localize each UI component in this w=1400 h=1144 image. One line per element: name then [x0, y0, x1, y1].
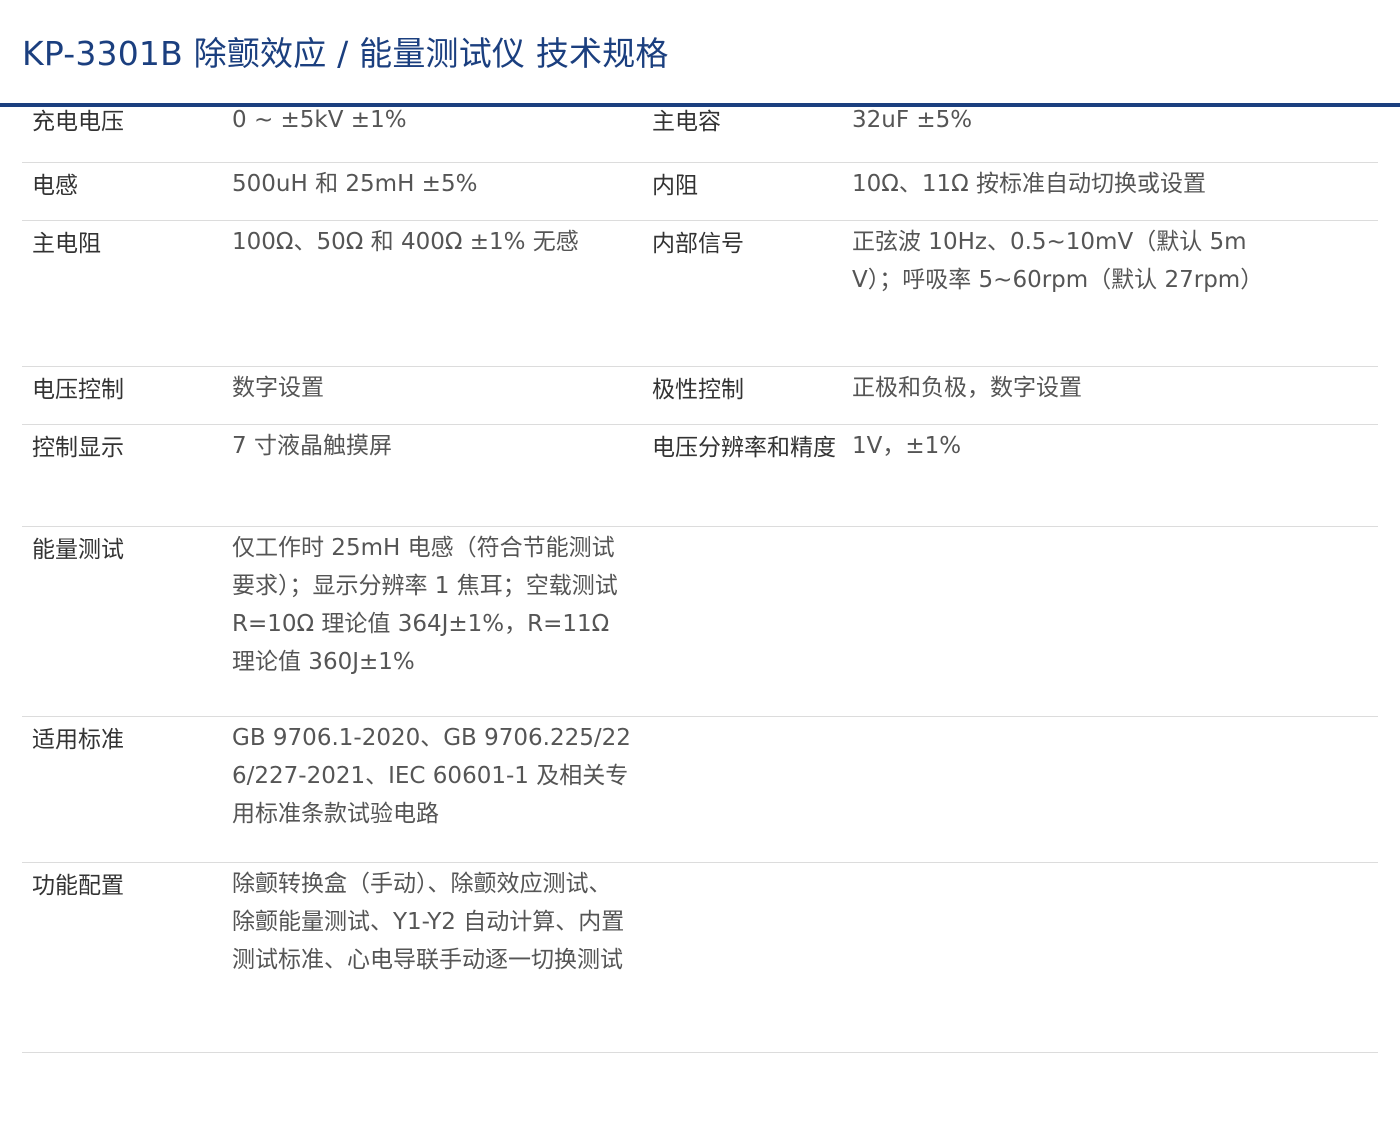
spec-value: 正极和负极，数字设置 — [852, 375, 1082, 401]
spec-row-control-display: 控制显示 7 寸液晶触摸屏 电压分辨率和精度 1V，±1% — [22, 425, 1378, 527]
spec-row-voltage-control: 电压控制 数字设置 极性控制 正极和负极，数字设置 — [22, 367, 1378, 425]
spec-label: 极性控制 — [652, 377, 744, 403]
spec-label: 适用标准 — [32, 727, 124, 753]
spec-value: 7 寸液晶触摸屏 — [232, 433, 392, 459]
spec-value: 100Ω、50Ω 和 400Ω ±1% 无感 — [232, 229, 579, 255]
spec-value: 正弦波 10Hz、0.5~10mV（默认 5mV）；呼吸率 5~60rpm（默认… — [852, 229, 1264, 293]
spec-label: 充电电压 — [32, 109, 124, 135]
spec-value: 1V，±1% — [852, 433, 962, 459]
spec-value: 0 ~ ±5kV ±1% — [232, 107, 407, 133]
spec-row-charge-voltage: 充电电压 0 ~ ±5kV ±1% 主电容 32uF ±5% — [22, 107, 1378, 163]
spec-row-inductance: 电感 500uH 和 25mH ±5% 内阻 10Ω、11Ω 按标准自动切换或设… — [22, 163, 1378, 221]
spec-label: 主电阻 — [32, 231, 101, 257]
spec-value: 仅工作时 25mH 电感（符合节能测试要求）；显示分辨率 1 焦耳；空载测试 R… — [232, 535, 618, 675]
page-header: KP-3301B 除颤效应 / 能量测试仪 技术规格 — [0, 0, 1400, 107]
spec-value: GB 9706.1-2020、GB 9706.225/226/227-2021、… — [232, 725, 631, 827]
spec-label: 控制显示 — [32, 435, 124, 461]
spec-label: 电压控制 — [32, 377, 124, 403]
spec-label: 主电容 — [652, 109, 721, 135]
spec-value: 10Ω、11Ω 按标准自动切换或设置 — [852, 171, 1206, 197]
spec-value: 32uF ±5% — [852, 107, 973, 133]
spec-label: 功能配置 — [32, 873, 124, 899]
page-title: KP-3301B 除颤效应 / 能量测试仪 技术规格 — [22, 34, 669, 73]
spec-row-standards: 适用标准 GB 9706.1-2020、GB 9706.225/226/227-… — [22, 717, 1378, 863]
spec-value: 数字设置 — [232, 375, 324, 401]
spec-row-energy-test: 能量测试 仅工作时 25mH 电感（符合节能测试要求）；显示分辨率 1 焦耳；空… — [22, 527, 1378, 717]
spec-value: 除颤转换盒（手动）、除颤效应测试、除颤能量测试、Y1-Y2 自动计算、内置测试标… — [232, 871, 625, 973]
spec-row-features: 功能配置 除颤转换盒（手动）、除颤效应测试、除颤能量测试、Y1-Y2 自动计算、… — [22, 863, 1378, 1053]
spec-label: 电压分辨率和精度 — [652, 435, 836, 461]
spec-row-main-resistor: 主电阻 100Ω、50Ω 和 400Ω ±1% 无感 内部信号 正弦波 10Hz… — [22, 221, 1378, 367]
spec-value: 500uH 和 25mH ±5% — [232, 171, 478, 197]
spec-table: 充电电压 0 ~ ±5kV ±1% 主电容 32uF ±5% 电感 500uH … — [22, 107, 1378, 1053]
spec-label: 内阻 — [652, 173, 698, 199]
spec-label: 能量测试 — [32, 537, 124, 563]
spec-label: 内部信号 — [652, 231, 744, 257]
spec-label: 电感 — [32, 173, 78, 199]
